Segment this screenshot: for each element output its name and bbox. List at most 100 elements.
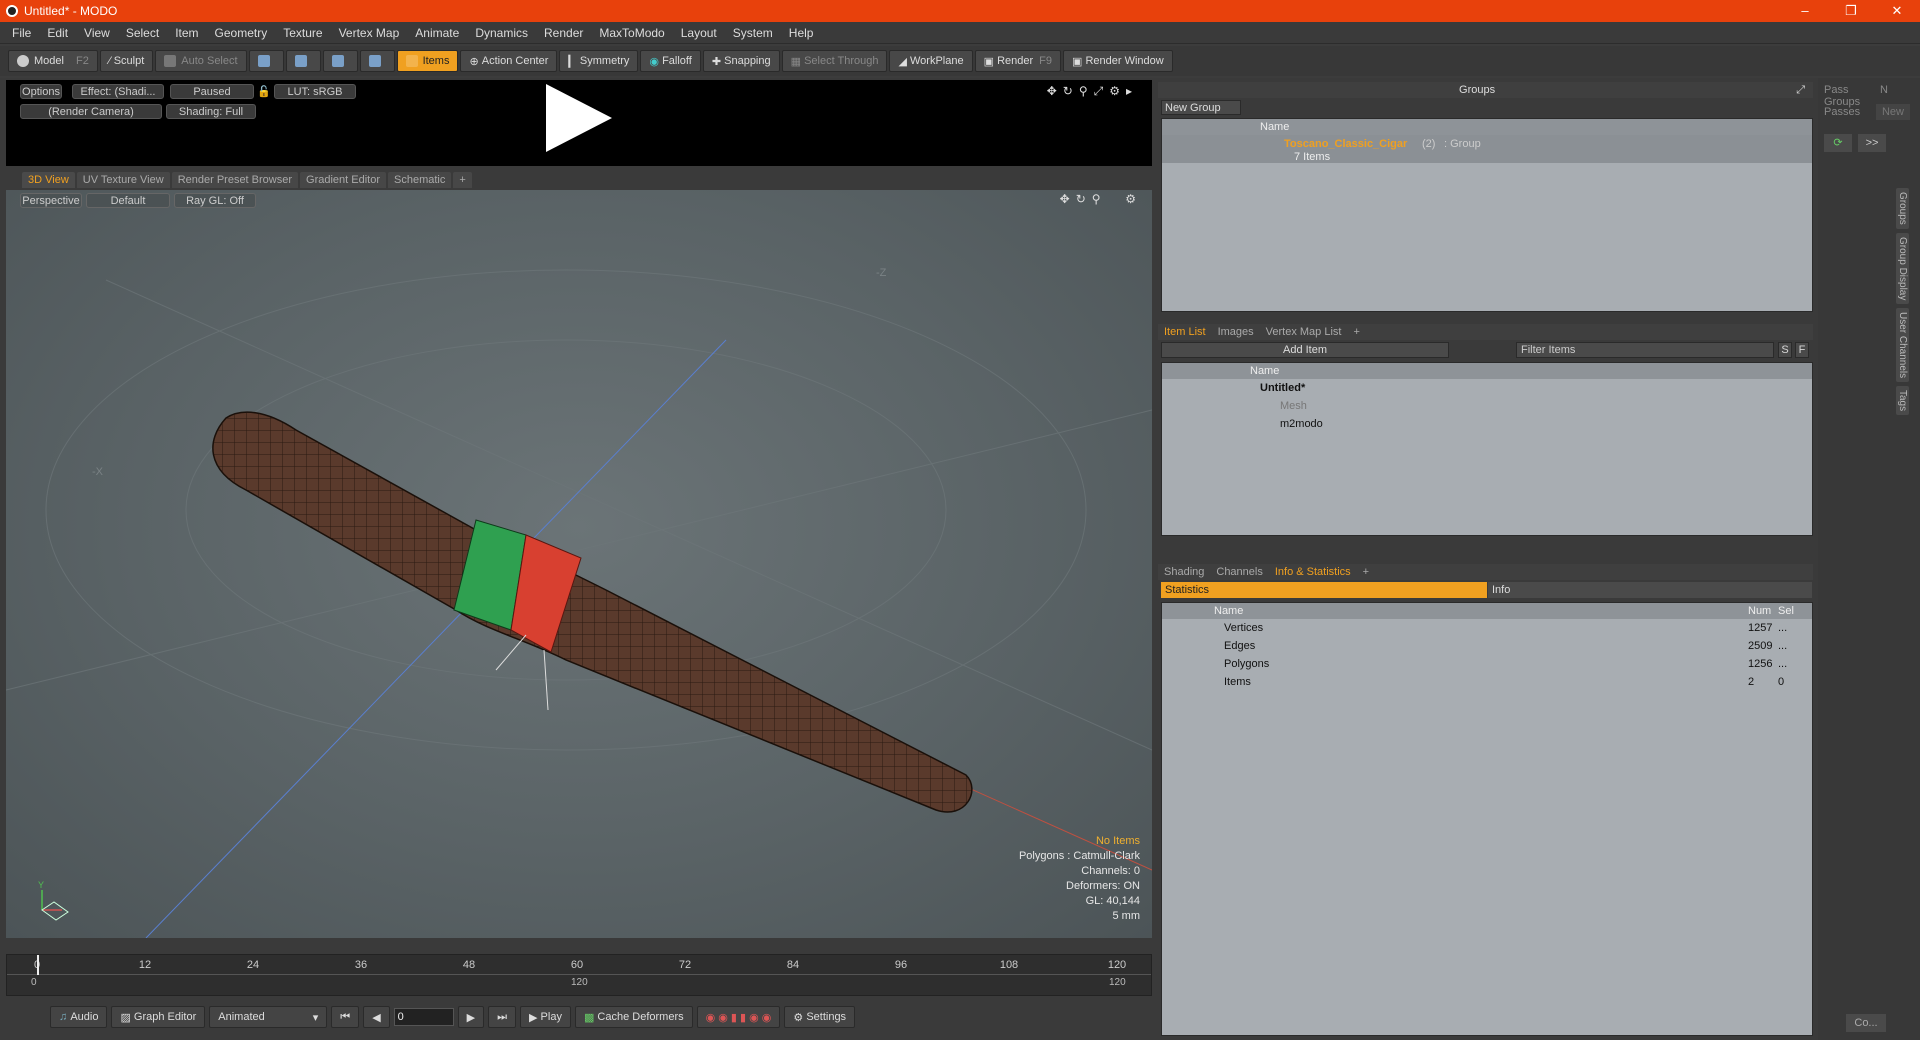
item-row-m2modo[interactable]: m2modo	[1162, 415, 1812, 433]
tab-vertex-map-list[interactable]: Vertex Map List	[1260, 324, 1348, 340]
snapping-button[interactable]: ✚ Snapping	[702, 50, 780, 72]
graph-editor-button[interactable]: ▨ Graph Editor	[111, 1006, 206, 1028]
tab-schematic[interactable]: Schematic	[388, 172, 452, 188]
tab-item-list[interactable]: Item List	[1158, 324, 1212, 340]
play-button[interactable]: ▶ Play	[520, 1006, 571, 1028]
audio-button[interactable]: ♫ Audio	[50, 1006, 108, 1028]
expand-arrows-icon[interactable]: >>	[1858, 134, 1886, 152]
paused-button[interactable]: Paused	[170, 84, 254, 99]
menu-vertex-map[interactable]: Vertex Map	[331, 26, 408, 40]
cache-deformers-button[interactable]: ▩ Cache Deformers	[574, 1006, 693, 1028]
info-subtab[interactable]: Info	[1488, 582, 1812, 598]
statistics-tab[interactable]: Statistics	[1161, 582, 1487, 598]
render-window-button[interactable]: ▣ Render Window	[1062, 50, 1173, 72]
menu-dynamics[interactable]: Dynamics	[467, 26, 536, 40]
item-row-scene[interactable]: Untitled*	[1162, 379, 1812, 397]
raygl-dropdown[interactable]: Ray GL: Off	[174, 193, 256, 208]
symmetry-button[interactable]: ▎ Symmetry	[559, 50, 639, 72]
add-tab-icon[interactable]: +	[1357, 564, 1375, 580]
tab-gradient-editor[interactable]: Gradient Editor	[300, 172, 386, 188]
timeline[interactable]: 0 12 24 36 48 60 72 84 96 108 120 0 120 …	[6, 954, 1152, 996]
f-button[interactable]: F	[1795, 342, 1809, 358]
materials-mode-button[interactable]	[359, 50, 395, 72]
menu-geometry[interactable]: Geometry	[207, 26, 276, 40]
menu-file[interactable]: File	[4, 26, 39, 40]
camera-dropdown[interactable]: (Render Camera)	[20, 104, 162, 119]
tab-images[interactable]: Images	[1212, 324, 1260, 340]
item-list[interactable]: Name Untitled* Mesh m2modo	[1161, 362, 1813, 536]
menu-animate[interactable]: Animate	[407, 26, 467, 40]
step-back-button[interactable]: ◀	[363, 1006, 390, 1028]
stat-row-items[interactable]: Items 2 0	[1162, 673, 1812, 691]
refresh-icon[interactable]: ⟳	[1824, 134, 1852, 152]
statistics-list[interactable]: Name Num Sel Vertices 1257... Edges 2509..…	[1161, 602, 1813, 1036]
action-center-button[interactable]: ⊕ Action Center	[460, 50, 558, 72]
menu-layout[interactable]: Layout	[673, 26, 725, 40]
tab-uv-texture-view[interactable]: UV Texture View	[76, 172, 170, 188]
select-through-button[interactable]: ▦ Select Through	[781, 50, 888, 72]
auto-select-button[interactable]: Auto Select	[155, 50, 247, 72]
render-button[interactable]: ▣ Render F9	[974, 50, 1061, 72]
step-forward-button[interactable]: ▶	[457, 1006, 485, 1028]
tab-shading[interactable]: Shading	[1158, 564, 1210, 580]
side-tab-groups[interactable]: Groups	[1896, 188, 1909, 229]
menu-view[interactable]: View	[76, 26, 118, 40]
current-frame-input[interactable]	[393, 1008, 454, 1026]
menu-edit[interactable]: Edit	[39, 26, 76, 40]
edges-mode-button[interactable]	[285, 50, 321, 72]
side-tab-group-display[interactable]: Group Display	[1896, 232, 1909, 305]
sculpt-button[interactable]: ⁄ Sculpt	[99, 50, 154, 72]
menu-maxtomodo[interactable]: MaxToModo	[591, 26, 672, 40]
3d-viewport[interactable]: -Z -X Y Perspective Default Ray GL: Off …	[6, 190, 1152, 938]
tab-info-statistics[interactable]: Info & Statistics	[1269, 564, 1357, 580]
vertices-mode-button[interactable]	[248, 50, 284, 72]
side-tab-tags[interactable]: Tags	[1896, 386, 1909, 416]
model-button[interactable]: Model F2	[8, 50, 98, 72]
animated-dropdown[interactable]: Animated ▾	[209, 1006, 328, 1028]
add-tab-icon[interactable]: +	[453, 172, 472, 188]
menu-select[interactable]: Select	[118, 26, 167, 40]
default-dropdown[interactable]: Default	[86, 193, 170, 208]
menu-item[interactable]: Item	[167, 26, 206, 40]
group-row[interactable]: Toscano_Classic_Cigar (2) : Group 7 Item…	[1162, 135, 1812, 163]
render-options-button[interactable]: Options	[20, 84, 62, 99]
timeline-ruler[interactable]: 0 12 24 36 48 60 72 84 96 108 120	[7, 955, 1151, 975]
effect-dropdown[interactable]: Effect: (Shadi...	[72, 84, 164, 99]
play-preview-icon[interactable]	[546, 84, 612, 152]
stat-row-vertices[interactable]: Vertices 1257...	[1162, 619, 1812, 637]
filter-items-input[interactable]: Filter Items	[1516, 342, 1774, 358]
settings-button[interactable]: ⚙ Settings	[784, 1006, 856, 1028]
add-tab-icon[interactable]: +	[1347, 324, 1365, 340]
go-to-start-button[interactable]: ⏮	[331, 1006, 360, 1028]
playhead[interactable]	[37, 955, 39, 975]
close-icon[interactable]: ✕	[1874, 3, 1920, 19]
menu-render[interactable]: Render	[536, 26, 591, 40]
tab-render-preset-browser[interactable]: Render Preset Browser	[171, 172, 299, 188]
stat-row-edges[interactable]: Edges 2509...	[1162, 637, 1812, 655]
add-item-dropdown[interactable]: Add Item	[1161, 342, 1449, 358]
command-input[interactable]: Co...	[1846, 1014, 1886, 1032]
shading-dropdown[interactable]: Shading: Full	[166, 104, 256, 119]
menu-system[interactable]: System	[725, 26, 781, 40]
tab-3d-view[interactable]: 3D View	[22, 172, 75, 188]
items-mode-button[interactable]: Items	[396, 50, 459, 72]
viewport-navigation-tools[interactable]: ✥↻⚲ ⚙	[1060, 192, 1142, 206]
side-tab-user-channels[interactable]: User Channels	[1896, 308, 1909, 383]
groups-list[interactable]: Name Toscano_Classic_Cigar (2) : Group 7…	[1161, 118, 1813, 312]
workplane-button[interactable]: ◢ WorkPlane	[889, 50, 973, 72]
stat-row-polygons[interactable]: Polygons 1256...	[1162, 655, 1812, 673]
key-tools[interactable]: ◉ ◉ ▮ ▮ ◉ ◉	[696, 1006, 781, 1028]
menu-help[interactable]: Help	[781, 26, 822, 40]
preview-tools[interactable]: ✥↻⚲⤢⚙▸	[1047, 84, 1138, 99]
go-to-end-button[interactable]: ⏭	[488, 1006, 517, 1028]
n-button[interactable]: N	[1880, 84, 1898, 96]
tab-channels[interactable]: Channels	[1210, 564, 1268, 580]
perspective-dropdown[interactable]: Perspective	[20, 193, 82, 208]
s-button[interactable]: S	[1778, 342, 1792, 358]
item-row-mesh[interactable]: Mesh	[1162, 397, 1812, 415]
falloff-button[interactable]: ◉ Falloff	[640, 50, 701, 72]
minimize-icon[interactable]: –	[1782, 3, 1828, 19]
polygons-mode-button[interactable]	[322, 50, 358, 72]
lut-dropdown[interactable]: LUT: sRGB	[274, 84, 356, 99]
expand-icon[interactable]: ⤢	[1796, 84, 1805, 97]
